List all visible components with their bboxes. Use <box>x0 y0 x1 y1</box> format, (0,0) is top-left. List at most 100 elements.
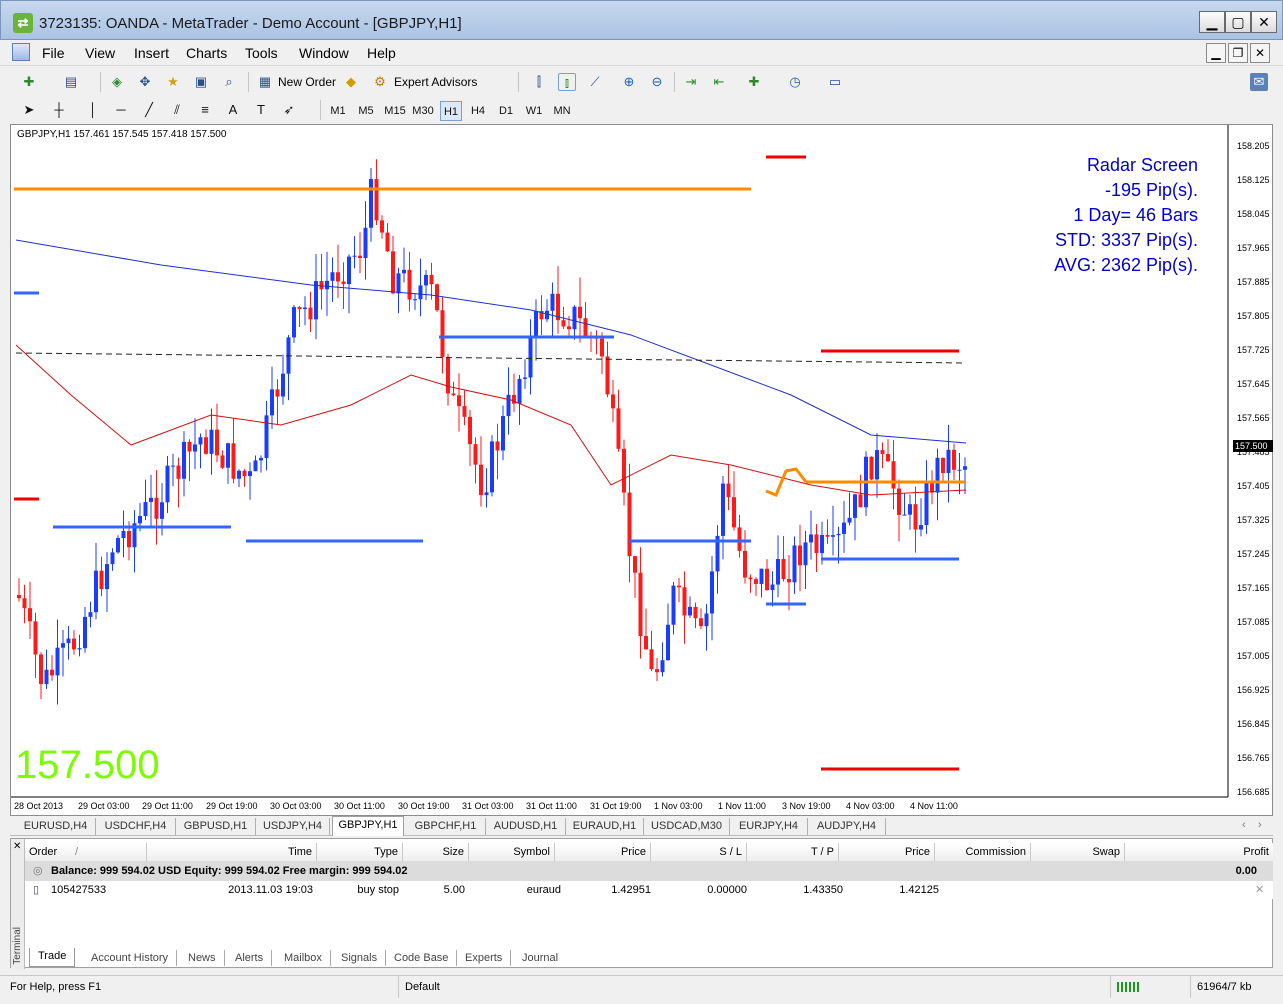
terminal-tab-trade[interactable]: Trade <box>29 948 76 967</box>
menu-help[interactable]: Help <box>367 45 396 61</box>
timeframe-m15[interactable]: M15 <box>382 101 408 121</box>
column-header-symbol[interactable]: Symbol <box>469 843 555 861</box>
chart-document-icon[interactable] <box>12 43 30 61</box>
crosshair-icon[interactable]: ┼ <box>50 101 68 119</box>
timeframe-d1[interactable]: D1 <box>494 101 518 121</box>
expert-advisors-icon[interactable]: ⚙ <box>371 73 389 91</box>
terminal-tab-mailbox[interactable]: Mailbox <box>276 950 331 966</box>
chart-tab[interactable]: EURJPY,H4 <box>730 818 808 835</box>
menu-view[interactable]: View <box>85 45 115 61</box>
timeframe-m30[interactable]: M30 <box>410 101 436 121</box>
zoom-in-icon[interactable]: ⊕ <box>620 73 638 91</box>
minimize-button[interactable]: ▁ <box>1199 11 1225 33</box>
menu-insert[interactable]: Insert <box>134 45 169 61</box>
chart-tab[interactable]: AUDUSD,H1 <box>486 818 566 835</box>
channel-icon[interactable]: ⫽ <box>168 101 186 119</box>
vertical-line-icon[interactable]: │ <box>84 101 102 119</box>
terminal-tab-signals[interactable]: Signals <box>333 950 387 966</box>
market-watch-icon[interactable]: ◈ <box>108 73 126 91</box>
chart-tab[interactable]: USDCAD,M30 <box>644 818 730 835</box>
indicators-icon[interactable]: ✚ <box>745 73 763 91</box>
new-chart-icon[interactable]: ✚ <box>20 73 38 91</box>
data-window-icon[interactable]: ✥ <box>136 73 154 91</box>
tab-scroll-right-icon[interactable]: › <box>1258 819 1262 831</box>
order-row[interactable]: ▯ 105427533 2013.11.03 19:03 buy stop 5.… <box>25 881 1273 899</box>
trendline-icon[interactable]: ╱ <box>140 101 158 119</box>
tab-scroll-left-icon[interactable]: ‹ <box>1242 819 1246 831</box>
terminal-tab-code-base[interactable]: Code Base <box>386 950 458 966</box>
mdi-minimize-button[interactable]: ▁ <box>1206 43 1226 63</box>
templates-icon[interactable]: ▭ <box>826 73 844 91</box>
expert-advisors-button[interactable]: Expert Advisors <box>394 71 477 93</box>
navigator-icon[interactable]: ★ <box>164 73 182 91</box>
new-order-icon[interactable]: ▦ <box>256 73 274 91</box>
candle-body <box>765 568 769 590</box>
maximize-button[interactable]: ▢ <box>1225 11 1251 33</box>
terminal-tab-journal[interactable]: Journal <box>514 950 566 966</box>
cursor-icon[interactable]: ➤ <box>20 101 38 119</box>
arrows-icon[interactable]: ➶ <box>280 101 298 119</box>
mdi-close-button[interactable]: ✕ <box>1250 43 1270 63</box>
chart-window[interactable]: GBPJPY,H1 157.461 157.545 157.418 157.50… <box>10 124 1273 816</box>
terminal-tab-account-history[interactable]: Account History <box>83 950 178 966</box>
horizontal-line-icon[interactable]: ─ <box>112 101 130 119</box>
timeframe-w1[interactable]: W1 <box>522 101 546 121</box>
terminal-tab-news[interactable]: News <box>180 950 225 966</box>
chart-tab[interactable]: GBPUSD,H1 <box>176 818 256 835</box>
price-axis-tick: 157.965 <box>1237 243 1270 253</box>
column-header-swap[interactable]: Swap <box>1031 843 1125 861</box>
auto-scroll-icon[interactable]: ⇥ <box>682 73 700 91</box>
column-header-price[interactable]: Price <box>555 843 651 861</box>
terminal-close-icon[interactable]: ✕ <box>13 841 21 852</box>
chat-icon[interactable]: ✉ <box>1250 73 1268 91</box>
column-header-tp[interactable]: T / P <box>747 843 839 861</box>
mdi-restore-button[interactable]: ❐ <box>1228 43 1248 63</box>
periods-icon[interactable]: ◷ <box>786 73 804 91</box>
balance-row[interactable]: ◎ Balance: 999 594.02 USD Equity: 999 59… <box>25 861 1273 881</box>
order-close-icon[interactable]: ✕ <box>1251 881 1268 899</box>
timeframe-h1[interactable]: H1 <box>440 101 462 121</box>
timeframe-m1[interactable]: M1 <box>326 101 350 121</box>
menu-charts[interactable]: Charts <box>186 45 227 61</box>
column-header-sl[interactable]: S / L <box>651 843 747 861</box>
column-header-size[interactable]: Size <box>403 843 469 861</box>
candle-body <box>473 444 478 465</box>
menu-file[interactable]: File <box>42 45 65 61</box>
chart-shift-icon[interactable]: ⇤ <box>710 73 728 91</box>
profiles-icon[interactable]: ▤ <box>62 73 80 91</box>
text-icon[interactable]: A <box>224 101 242 119</box>
terminal-icon[interactable]: ▣ <box>192 73 210 91</box>
column-header-type[interactable]: Type <box>317 843 403 861</box>
terminal-tab-alerts[interactable]: Alerts <box>227 950 273 966</box>
timeframe-mn[interactable]: MN <box>550 101 574 121</box>
column-header-time[interactable]: Time <box>147 843 317 861</box>
new-order-button[interactable]: New Order <box>278 71 336 93</box>
chart-tab[interactable]: USDCHF,H4 <box>96 818 176 835</box>
candle-body <box>743 550 747 578</box>
column-header-profit[interactable]: Profit <box>1125 843 1273 861</box>
menu-tools[interactable]: Tools <box>245 45 278 61</box>
chart-tab-active[interactable]: GBPJPY,H1 <box>332 816 404 836</box>
column-header-current-price[interactable]: Price <box>839 843 935 861</box>
text-label-icon[interactable]: T <box>252 101 270 119</box>
warning-icon[interactable]: ◆ <box>342 73 360 91</box>
time-axis-tick: 3 Nov 19:00 <box>782 801 831 811</box>
chart-tab[interactable]: USDJPY,H4 <box>256 818 330 835</box>
candlestick-icon[interactable]: ⫾ <box>558 73 576 91</box>
line-chart-icon[interactable]: ⟋ <box>586 73 604 91</box>
terminal-tab-experts[interactable]: Experts <box>457 950 512 966</box>
chart-tab[interactable]: AUDJPY,H4 <box>808 818 886 835</box>
chart-tab[interactable]: EURUSD,H4 <box>16 818 96 835</box>
terminal-tabs: Trade Account History News Alerts Mailbo… <box>25 948 1273 968</box>
fibonacci-icon[interactable]: ≡ <box>196 101 214 119</box>
chart-tab[interactable]: EURAUD,H1 <box>566 818 644 835</box>
timeframe-h4[interactable]: H4 <box>466 101 490 121</box>
menu-window[interactable]: Window <box>299 45 349 61</box>
strategy-tester-icon[interactable]: ⌕ <box>220 73 238 91</box>
bar-chart-icon[interactable]: ⫿ <box>530 73 548 91</box>
chart-tab[interactable]: GBPCHF,H1 <box>406 818 486 835</box>
close-button[interactable]: ✕ <box>1251 11 1277 33</box>
zoom-out-icon[interactable]: ⊖ <box>648 73 666 91</box>
column-header-commission[interactable]: Commission <box>935 843 1031 861</box>
timeframe-m5[interactable]: M5 <box>354 101 378 121</box>
